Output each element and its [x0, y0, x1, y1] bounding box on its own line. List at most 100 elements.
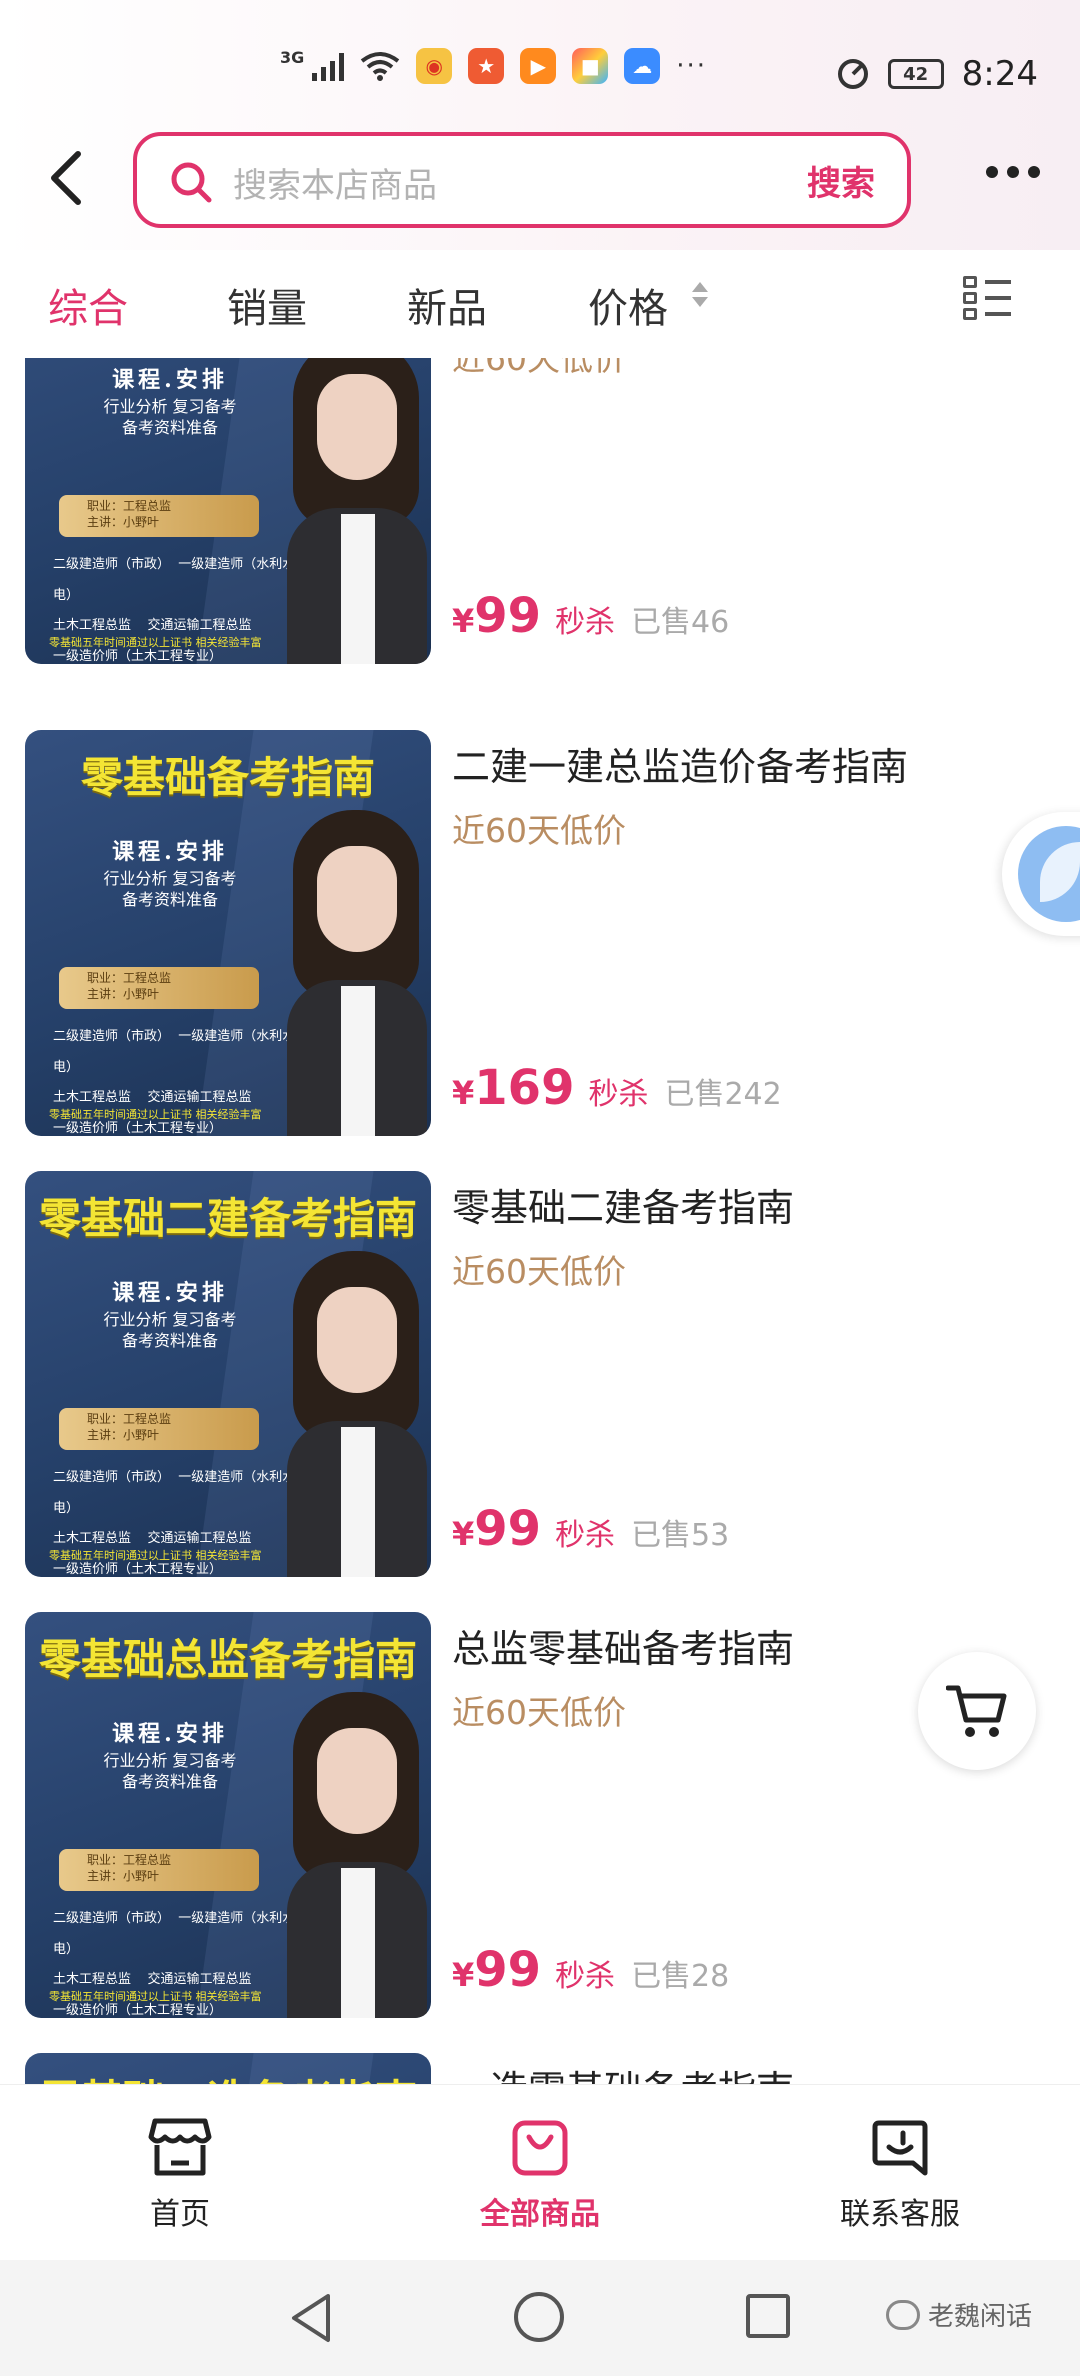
thumbnail-schedule: 课程.安排 行业分析 复习备考 备考资料准备 — [103, 1721, 237, 1792]
bottom-tab-bar: 首页 全部商品 联系客服 — [0, 2084, 1080, 2260]
flash-sale-label: 秒杀 — [555, 605, 616, 640]
nav-recents-icon[interactable] — [746, 2294, 790, 2338]
thumbnail-banner: 零基础二建备考指南 — [38, 1194, 417, 1243]
status-bar: 3G ◉ ★ ▶ ■ ☁ ··· 42 8:24 — [0, 0, 1080, 120]
product-price: 99 — [474, 588, 542, 644]
thumbnail-schedule: 课程.安排 行业分析 复习备考 备考资料准备 — [103, 839, 237, 910]
product-price: 99 — [474, 1942, 542, 1998]
product-item[interactable]: 零基础总监备考指南 课程.安排 行业分析 复习备考 备考资料准备 职业：工程总监… — [0, 1612, 1080, 2018]
network-type: 3G — [280, 47, 305, 67]
nav-back-icon[interactable] — [288, 2292, 334, 2344]
nav-home-icon[interactable] — [514, 2292, 564, 2342]
back-arrow-icon[interactable] — [42, 148, 92, 208]
product-item[interactable]: 零基础备考指南 课程.安排 行业分析 复习备考 备考资料准备 职业：工程总监 主讲… — [0, 730, 1080, 1136]
flash-sale-label: 秒杀 — [555, 1518, 616, 1553]
more-menu-icon[interactable] — [986, 166, 1040, 178]
tab-customer-service-label: 联系客服 — [840, 2197, 960, 2232]
price-row: ¥ 99 秒杀 已售53 — [452, 1501, 729, 1557]
cloud-icon: ☁ — [624, 48, 661, 84]
filter-tab-price[interactable]: 价格 — [588, 276, 668, 334]
product-title[interactable]: 零基础二建备考指南 — [452, 1177, 794, 1232]
product-info: 二建一建总监造价备考指南 近60天低价 ¥ 169 秒杀 已售242 — [452, 730, 1052, 1136]
product-price: 169 — [474, 1060, 575, 1116]
thumbnail-footer: 零基础五年时间通过以上证书 相关经验丰富 — [49, 1108, 262, 1121]
app-icon-colorful: ■ — [572, 48, 609, 84]
thumbnail-namecard: 职业：工程总监 主讲：小野叶 — [59, 495, 259, 537]
shopping-bag-icon — [512, 2120, 568, 2176]
product-thumbnail[interactable]: 零基础二建备考指南 课程.安排 行业分析 复习备考 备考资料准备 职业：工程总监… — [25, 1171, 431, 1577]
product-thumbnail[interactable]: 零基础总监备考指南 课程.安排 行业分析 复习备考 备考资料准备 职业：工程总监… — [25, 1612, 431, 2018]
sort-arrows-icon[interactable] — [692, 282, 708, 307]
product-price: 99 — [474, 1501, 542, 1557]
sold-count: 已售242 — [664, 1077, 782, 1112]
thumbnail-banner: 零基础备考指南 — [80, 753, 375, 802]
currency-symbol: ¥ — [452, 1515, 475, 1553]
flash-sale-label: 秒杀 — [555, 1959, 616, 1994]
cart-button[interactable] — [918, 1652, 1036, 1770]
low-price-tag: 近60天低价 — [452, 811, 626, 850]
product-item[interactable]: 零基础二建备考指南 课程.安排 行业分析 复习备考 备考资料准备 职业：工程总监… — [0, 1171, 1080, 1577]
thumbnail-schedule: 课程.安排 行业分析 复习备考 备考资料准备 — [103, 367, 237, 438]
product-item[interactable]: 零基础一造备考指南 一造零基础备考指南 — [0, 2053, 1080, 2084]
video-app-icon: ▶ — [520, 48, 557, 84]
wifi-icon — [361, 52, 400, 81]
thumbnail-footer: 零基础五年时间通过以上证书 相关经验丰富 — [49, 1990, 262, 2003]
speed-icon — [837, 59, 868, 89]
product-item[interactable]: 课程.安排 行业分析 复习备考 备考资料准备 职业：工程总监 主讲：小野叶 二级建… — [0, 358, 1080, 664]
currency-symbol: ¥ — [452, 1956, 475, 1994]
product-title[interactable]: 一造零基础备考指南 — [452, 2059, 794, 2084]
search-button[interactable]: 搜索 — [807, 156, 875, 205]
presenter-photo — [287, 1251, 427, 1577]
tab-home-label: 首页 — [150, 2197, 210, 2232]
tab-home[interactable]: 首页 — [80, 2117, 280, 2233]
product-title[interactable]: 总监零基础备考指南 — [452, 1618, 794, 1673]
sold-count: 已售28 — [631, 1959, 730, 1994]
tab-all-products[interactable]: 全部商品 — [440, 2117, 640, 2233]
weibo-icon: ◉ — [416, 48, 453, 84]
product-list: 课程.安排 行业分析 复习备考 备考资料准备 职业：工程总监 主讲：小野叶 二级建… — [0, 358, 1080, 2084]
thumbnail-namecard: 职业：工程总监 主讲：小野叶 — [59, 1849, 259, 1891]
watermark-text: 老魏闲话 — [928, 2302, 1033, 2332]
price-row: ¥ 99 秒杀 已售46 — [452, 588, 729, 644]
search-input[interactable]: 搜索本店商品 — [233, 158, 437, 207]
thumbnail-banner: 零基础一造备考指南 — [25, 2067, 431, 2084]
thumbnail-namecard: 职业：工程总监 主讲：小野叶 — [59, 967, 259, 1009]
search-bar[interactable]: 搜索本店商品 搜索 — [133, 132, 911, 228]
presenter-photo — [287, 810, 427, 1136]
product-thumbnail[interactable]: 零基础一造备考指南 — [25, 2053, 431, 2084]
tab-all-products-label: 全部商品 — [480, 2197, 600, 2232]
tab-customer-service[interactable]: 联系客服 — [800, 2117, 1000, 2233]
sold-count: 已售46 — [631, 605, 730, 640]
currency-symbol: ¥ — [452, 1074, 475, 1112]
system-nav-bar: 老魏闲话 — [0, 2260, 1080, 2376]
thumbnail-footer: 零基础五年时间通过以上证书 相关经验丰富 — [49, 1549, 262, 1562]
filter-tab-new[interactable]: 新品 — [407, 276, 487, 334]
chat-icon — [872, 2120, 928, 2176]
low-price-tag: 近60天低价 — [452, 1693, 626, 1732]
layout-toggle-icon[interactable] — [963, 274, 1011, 322]
product-info: 零基础二建备考指南 近60天低价 ¥ 99 秒杀 已售53 — [452, 1171, 1052, 1577]
more-notifications: ··· — [676, 51, 708, 81]
filter-tab-sales[interactable]: 销量 — [227, 276, 307, 334]
price-row: ¥ 99 秒杀 已售28 — [452, 1942, 729, 1998]
signal-icon — [312, 51, 345, 81]
product-title[interactable]: 二建一建总监造价备考指南 — [452, 736, 908, 791]
filter-bar: 综合 销量 新品 价格 — [0, 250, 1080, 358]
clock: 8:24 — [961, 54, 1038, 94]
search-icon — [171, 162, 212, 203]
low-price-tag: 近60天低价 — [452, 358, 626, 378]
wechat-icon — [886, 2299, 920, 2330]
thumbnail-footer: 零基础五年时间通过以上证书 相关经验丰富 — [49, 636, 262, 649]
product-thumbnail[interactable]: 课程.安排 行业分析 复习备考 备考资料准备 职业：工程总监 主讲：小野叶 二级建… — [25, 358, 431, 664]
battery-icon: 42 — [887, 59, 944, 89]
currency-symbol: ¥ — [452, 602, 475, 640]
cart-icon — [946, 1685, 1007, 1737]
product-info: 一造零基础备考指南 — [452, 2053, 1052, 2084]
thumbnail-namecard: 职业：工程总监 主讲：小野叶 — [59, 1408, 259, 1450]
sold-count: 已售53 — [631, 1518, 730, 1553]
thumbnail-schedule: 课程.安排 行业分析 复习备考 备考资料准备 — [103, 1280, 237, 1351]
filter-tab-overall[interactable]: 综合 — [48, 276, 128, 334]
app-icon-red: ★ — [468, 48, 505, 84]
product-thumbnail[interactable]: 零基础备考指南 课程.安排 行业分析 复习备考 备考资料准备 职业：工程总监 主讲… — [25, 730, 431, 1136]
store-icon — [148, 2118, 212, 2176]
